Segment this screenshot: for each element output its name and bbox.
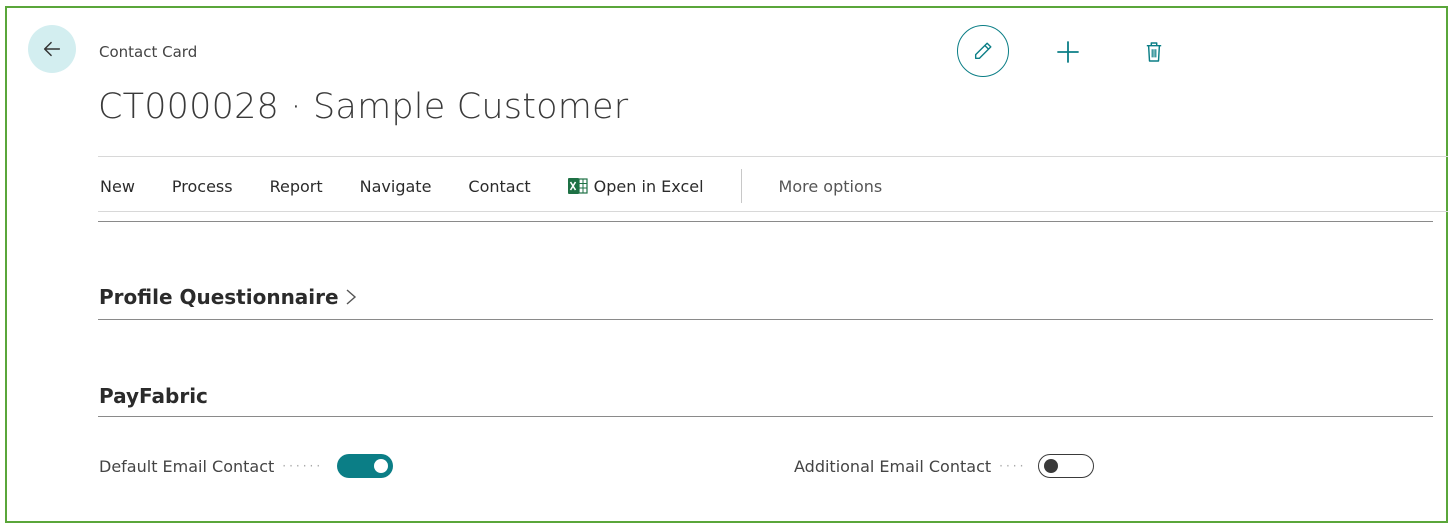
default-email-contact-field: Default Email Contact ······ — [99, 454, 394, 478]
additional-email-contact-toggle[interactable] — [1038, 454, 1095, 478]
page-frame — [5, 6, 1448, 523]
plus-icon — [1057, 41, 1079, 63]
edit-button[interactable] — [957, 25, 1009, 77]
open-in-excel-button[interactable]: Open in Excel — [567, 176, 704, 196]
additional-email-contact-field: Additional Email Contact ···· — [794, 454, 1095, 478]
action-divider — [740, 169, 742, 203]
toggle-knob — [1044, 459, 1059, 473]
page-title: CT000028 · Sample Customer — [98, 87, 629, 127]
action-process[interactable]: Process — [172, 177, 233, 196]
actionbar-bottom-divider — [98, 211, 1448, 212]
payfabric-title: PayFabric — [99, 384, 208, 408]
default-email-contact-toggle[interactable] — [337, 454, 394, 478]
trash-icon — [1146, 42, 1162, 62]
action-contact[interactable]: Contact — [468, 177, 530, 196]
chevron-right-icon — [346, 289, 356, 305]
excel-icon — [567, 178, 588, 194]
section-divider — [98, 319, 1433, 320]
leader-dots: ···· — [999, 459, 1027, 473]
open-in-excel-label: Open in Excel — [593, 176, 704, 196]
toggle-knob — [374, 459, 389, 473]
arrow-left-icon — [43, 41, 61, 57]
default-email-contact-label: Default Email Contact — [99, 456, 275, 476]
additional-email-contact-label: Additional Email Contact — [794, 456, 992, 476]
actionbar-top-divider — [98, 156, 1448, 157]
pencil-icon — [974, 42, 992, 60]
action-new[interactable]: New — [100, 177, 135, 196]
action-navigate[interactable]: Navigate — [360, 177, 432, 196]
action-bar: New Process Report Navigate Contact Open… — [100, 169, 883, 203]
profile-questionnaire-title: Profile Questionnaire — [99, 285, 339, 309]
payfabric-header[interactable]: PayFabric — [99, 384, 208, 408]
add-button[interactable] — [1054, 38, 1082, 66]
section-divider — [98, 416, 1433, 417]
action-report[interactable]: Report — [270, 177, 323, 196]
leader-dots: ······ — [282, 459, 324, 473]
delete-button[interactable] — [1142, 38, 1166, 66]
back-button[interactable] — [28, 25, 76, 73]
breadcrumb: Contact Card — [99, 43, 198, 61]
more-options-button[interactable]: More options — [779, 177, 883, 196]
profile-questionnaire-header[interactable]: Profile Questionnaire — [99, 285, 357, 309]
section-divider — [98, 221, 1433, 222]
